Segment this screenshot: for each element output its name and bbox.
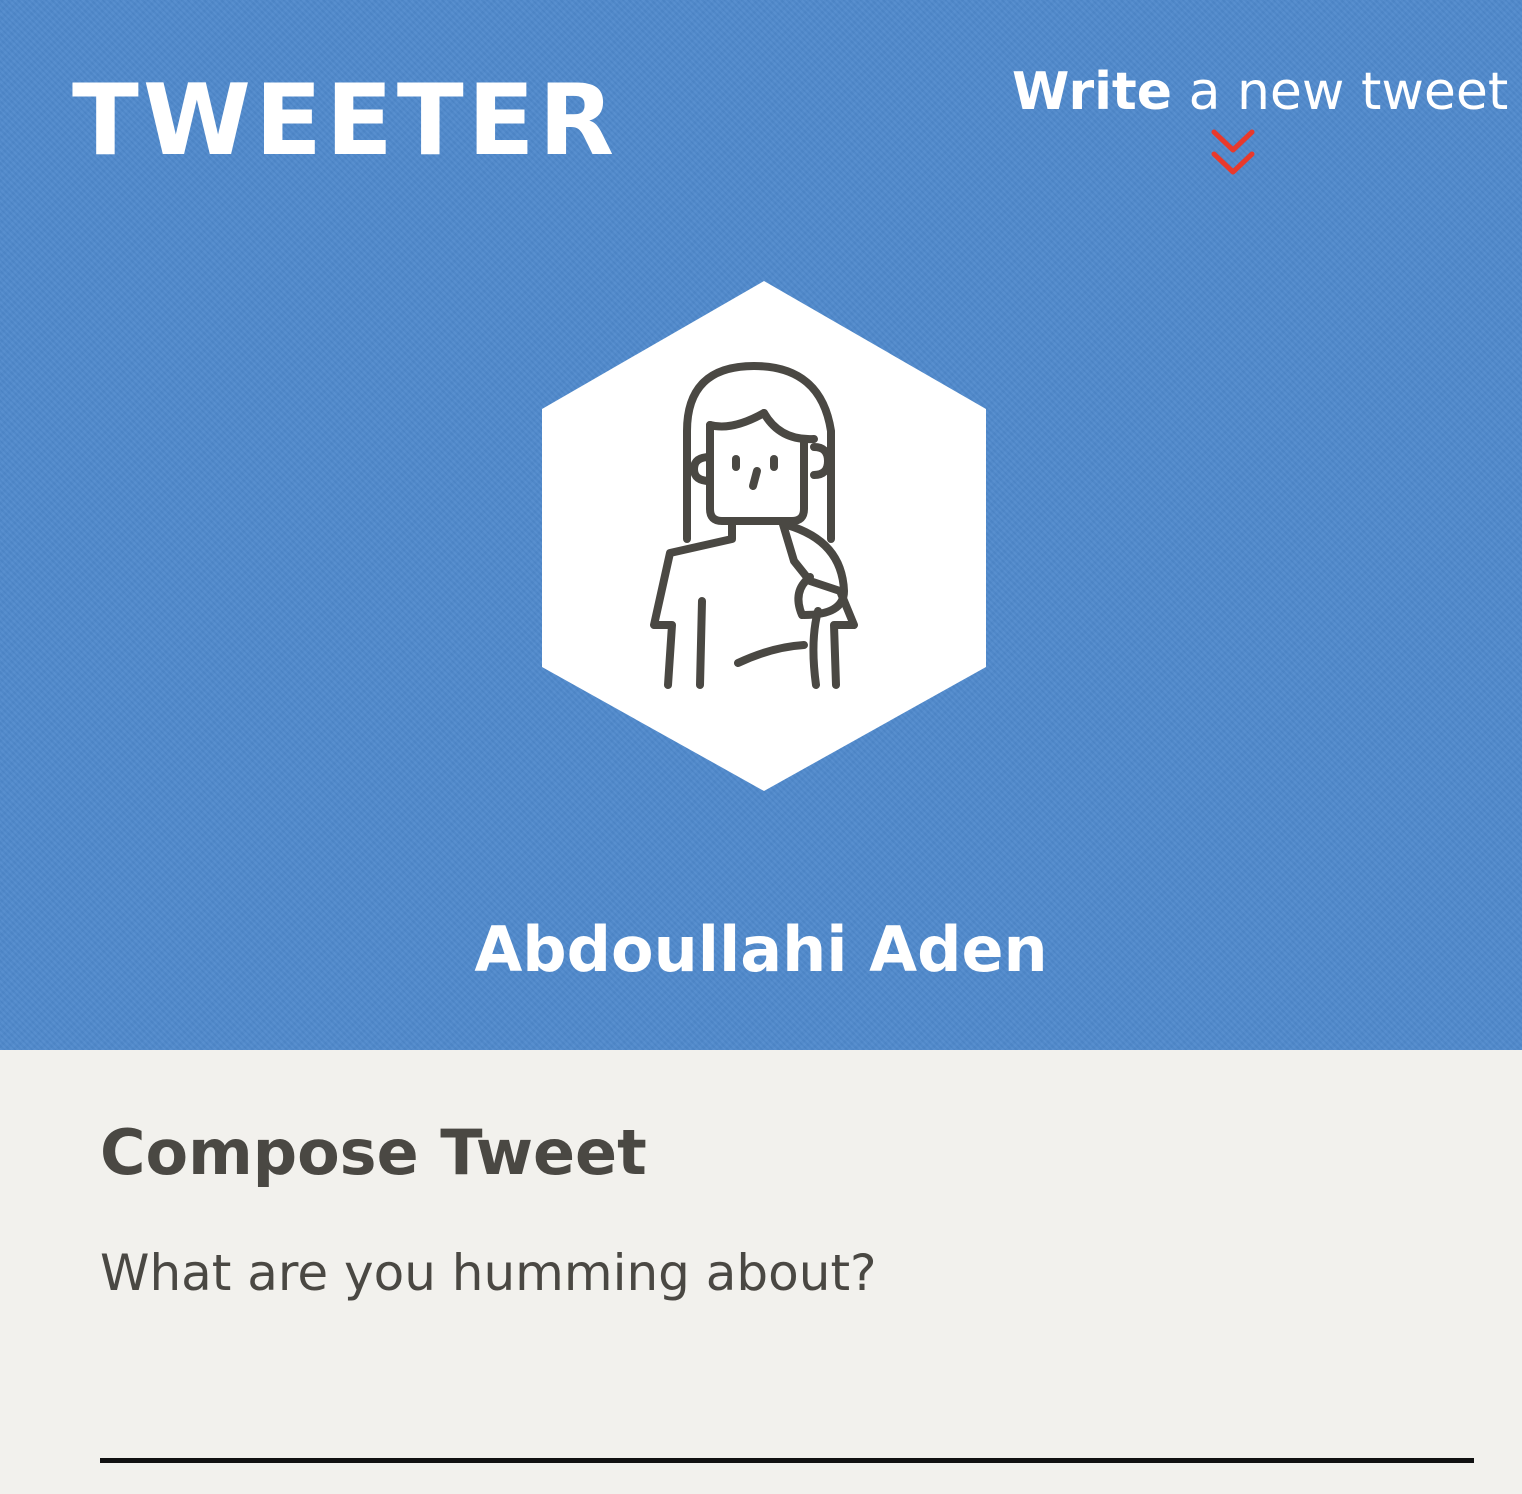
profile-header: TWEETER Write a new tweet Abdoullahi Ade… [0,0,1522,1050]
write-link-strong: Write [1012,62,1173,122]
tweet-textarea[interactable] [100,1238,1474,1463]
user-name: Abdoullahi Aden [474,913,1048,986]
user-avatar-icon [542,281,986,791]
write-link-rest: a new tweet [1172,62,1509,122]
app-logo[interactable]: TWEETER [72,66,618,176]
write-new-tweet-link[interactable]: Write a new tweet [1012,56,1508,128]
compose-title: Compose Tweet [100,1116,647,1189]
compose-section: Compose Tweet [0,1050,1522,1494]
double-chevron-down-icon[interactable] [1209,128,1257,180]
